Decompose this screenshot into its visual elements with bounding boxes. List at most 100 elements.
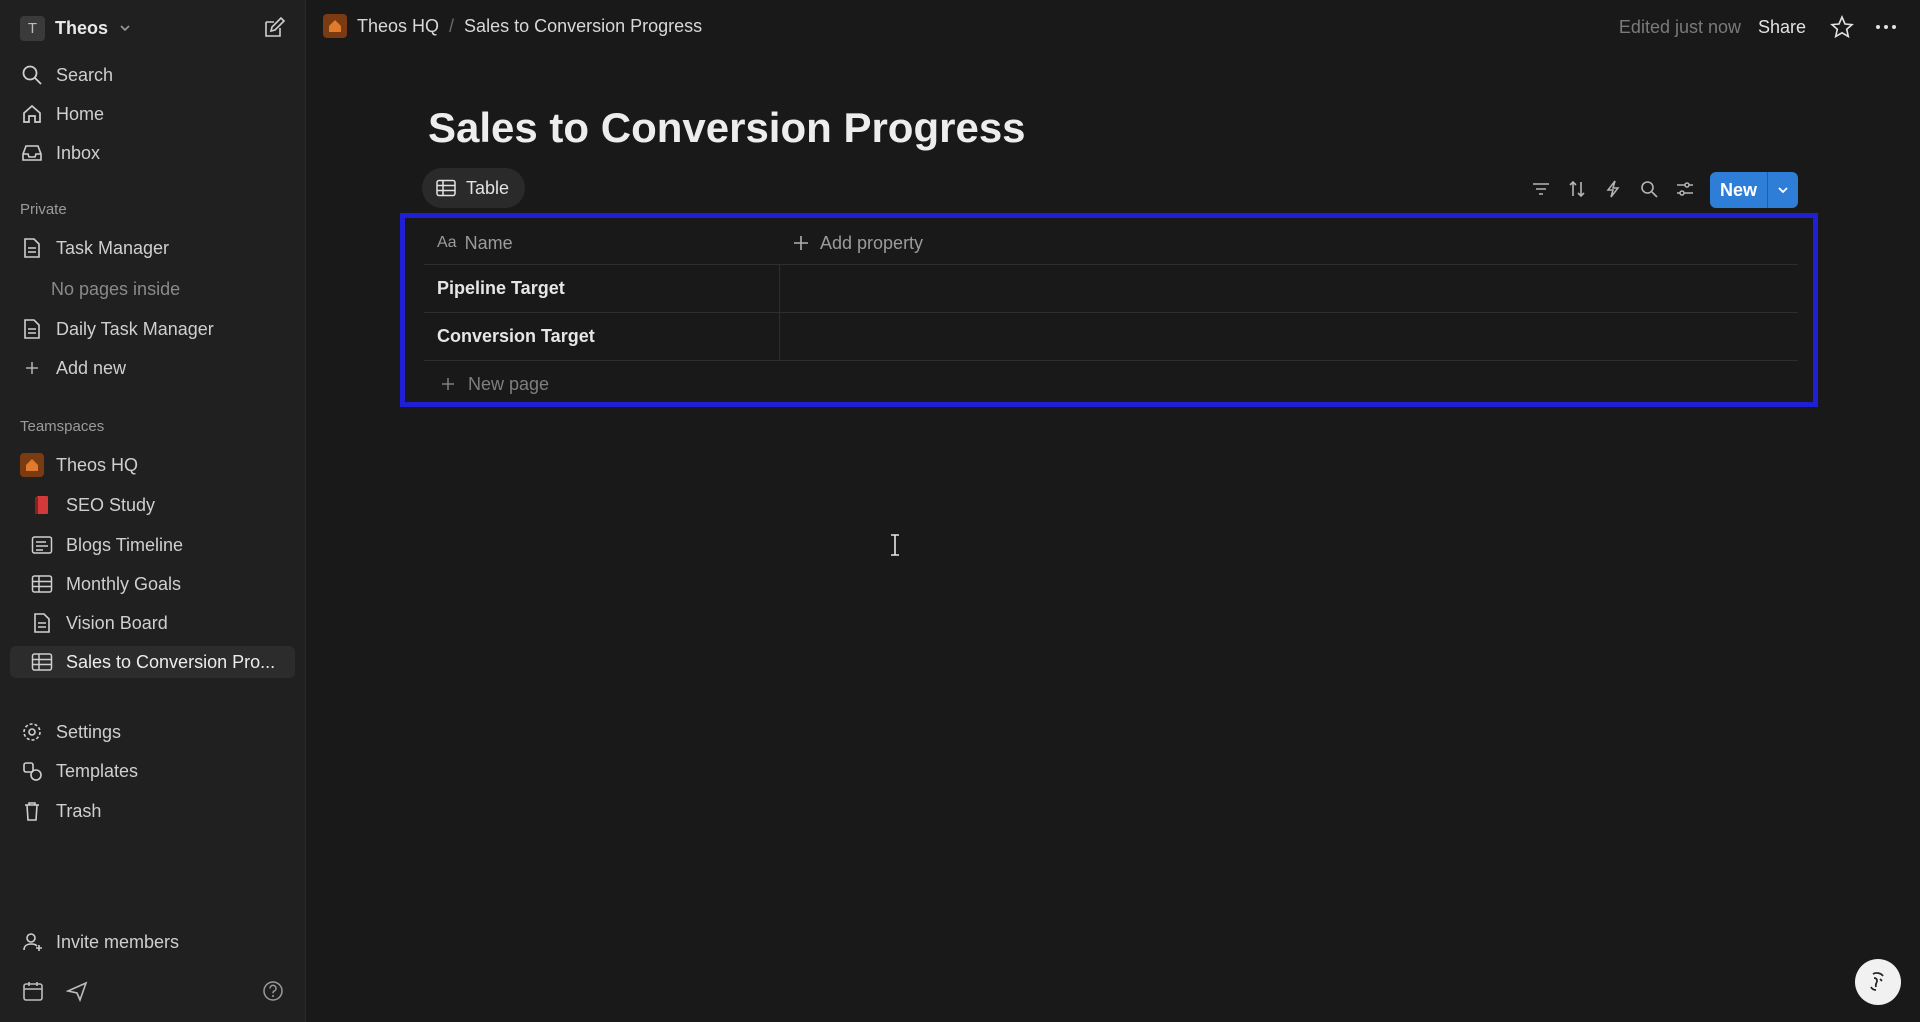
table-icon (436, 179, 456, 197)
top-bar: Theos HQ / Sales to Conversion Progress … (305, 0, 1920, 56)
sidebar-item-label: Search (56, 64, 114, 85)
sidebar-item-sales-to-conversion[interactable]: Sales to Conversion Pro... (10, 646, 295, 678)
sidebar-item-vision-board[interactable]: Vision Board (30, 607, 288, 639)
new-button[interactable]: New (1710, 172, 1767, 208)
search-icon[interactable] (1638, 178, 1660, 200)
sort-icon[interactable] (1566, 178, 1588, 200)
more-options-icon[interactable] (1874, 17, 1898, 37)
add-property-button[interactable]: Add property (780, 222, 923, 264)
home-icon (20, 102, 44, 126)
timeline-icon (30, 533, 54, 557)
page-icon (30, 611, 54, 635)
sidebar-item-label: Trash (56, 800, 102, 821)
search-icon (20, 63, 44, 87)
table-icon (30, 572, 54, 596)
table-icon (30, 650, 54, 674)
breadcrumb-separator: / (449, 15, 455, 36)
sidebar-item-settings[interactable]: Settings (20, 716, 285, 748)
text-cursor-icon (890, 534, 900, 556)
red-book-icon (30, 493, 54, 517)
automation-bolt-icon[interactable] (1602, 178, 1624, 200)
breadcrumb: Theos HQ / Sales to Conversion Progress (323, 14, 702, 38)
calendar-icon[interactable] (22, 980, 44, 1002)
table-row[interactable]: Pipeline Target (424, 265, 1798, 313)
sidebar-item-add-new[interactable]: Add new (20, 352, 285, 384)
sidebar-item-blogs-timeline[interactable]: Blogs Timeline (30, 529, 288, 561)
tab-label: Table (466, 177, 510, 198)
workspace-switcher[interactable]: T Theos (20, 14, 132, 42)
filter-icon[interactable] (1530, 178, 1552, 200)
sidebar-item-label: Sales to Conversion Pro... (66, 651, 276, 672)
no-pages-inside-text: No pages inside (51, 278, 181, 299)
sidebar-item-label: Blogs Timeline (66, 534, 184, 555)
chevron-down-icon[interactable] (1767, 172, 1798, 208)
sidebar-item-theos-hq[interactable]: Theos HQ (20, 449, 285, 481)
sidebar-item-label: Settings (56, 721, 122, 742)
plus-icon (792, 234, 810, 252)
inbox-icon (20, 141, 44, 165)
sidebar-item-search[interactable]: Search (20, 59, 285, 91)
templates-icon (20, 759, 44, 783)
sidebar-item-templates[interactable]: Templates (20, 755, 285, 787)
sidebar: T Theos Search Home Inbox Private Task M… (0, 0, 306, 1022)
sidebar-item-monthly-goals[interactable]: Monthly Goals (30, 568, 288, 600)
ai-face-icon (1865, 969, 1891, 995)
row-title[interactable]: Pipeline Target (437, 278, 565, 299)
sidebar-item-label: Vision Board (66, 612, 168, 633)
chevron-down-icon (118, 21, 132, 35)
column-header-name[interactable]: Aa Name (424, 222, 780, 264)
sidebar-item-label: Task Manager (56, 237, 170, 258)
breadcrumb-page[interactable]: Sales to Conversion Progress (464, 16, 702, 37)
view-toolbar (1530, 178, 1696, 200)
table-header-row: Aa Name Add property (424, 222, 1798, 265)
ai-assistant-button[interactable] (1855, 959, 1901, 1005)
new-page-icon[interactable] (262, 16, 286, 40)
new-page-row[interactable]: New page (424, 361, 1798, 407)
page-icon (20, 236, 44, 260)
sidebar-item-task-manager[interactable]: Task Manager (20, 232, 285, 264)
section-label-teamspaces: Teamspaces (20, 418, 105, 435)
sidebar-item-label: Monthly Goals (66, 573, 182, 594)
sidebar-item-label: Daily Task Manager (56, 318, 214, 339)
row-title[interactable]: Conversion Target (437, 326, 595, 347)
star-icon[interactable] (1830, 15, 1854, 39)
help-icon[interactable] (262, 980, 284, 1002)
sidebar-item-home[interactable]: Home (20, 98, 285, 130)
house-icon (323, 14, 347, 38)
page-title[interactable]: Sales to Conversion Progress (428, 104, 1026, 152)
new-page-label: New page (468, 373, 550, 394)
trash-icon (20, 799, 44, 823)
sidebar-item-label: Home (56, 103, 105, 124)
workspace-name: Theos (55, 17, 109, 38)
edited-status: Edited just now (1618, 17, 1741, 37)
section-label-private: Private (20, 201, 67, 218)
share-button[interactable]: Share (1758, 17, 1806, 38)
workspace-avatar: T (20, 15, 45, 41)
sidebar-item-label: Theos HQ (56, 454, 139, 475)
empty-cell[interactable] (780, 313, 1798, 360)
empty-cell[interactable] (780, 265, 1798, 312)
house-icon (20, 453, 44, 477)
breadcrumb-teamspace[interactable]: Theos HQ (357, 16, 439, 37)
add-property-label: Add property (820, 232, 924, 253)
database-table: Aa Name Add property Pipeline Target Con… (424, 222, 1798, 407)
sidebar-item-inbox[interactable]: Inbox (20, 137, 285, 169)
sidebar-item-seo-study[interactable]: SEO Study (30, 489, 288, 521)
sidebar-item-label: Add new (56, 357, 127, 378)
column-header-label: Name (464, 232, 513, 253)
sidebar-item-trash[interactable]: Trash (20, 795, 285, 827)
name-cell: Conversion Target (424, 313, 780, 360)
send-icon[interactable] (66, 980, 88, 1002)
sidebar-item-label: SEO Study (66, 494, 156, 515)
table-row[interactable]: Conversion Target (424, 313, 1798, 361)
sidebar-item-daily-task-manager[interactable]: Daily Task Manager (20, 313, 285, 345)
name-cell: Pipeline Target (424, 265, 780, 312)
plus-icon (440, 376, 456, 392)
gear-icon (20, 720, 44, 744)
tab-table-view[interactable]: Table (422, 168, 526, 208)
new-button-group: New (1710, 172, 1798, 208)
settings-sliders-icon[interactable] (1674, 178, 1696, 200)
invite-members-button[interactable]: Invite members (20, 926, 285, 958)
sidebar-item-label: Inbox (56, 142, 101, 163)
plus-icon (20, 356, 44, 380)
